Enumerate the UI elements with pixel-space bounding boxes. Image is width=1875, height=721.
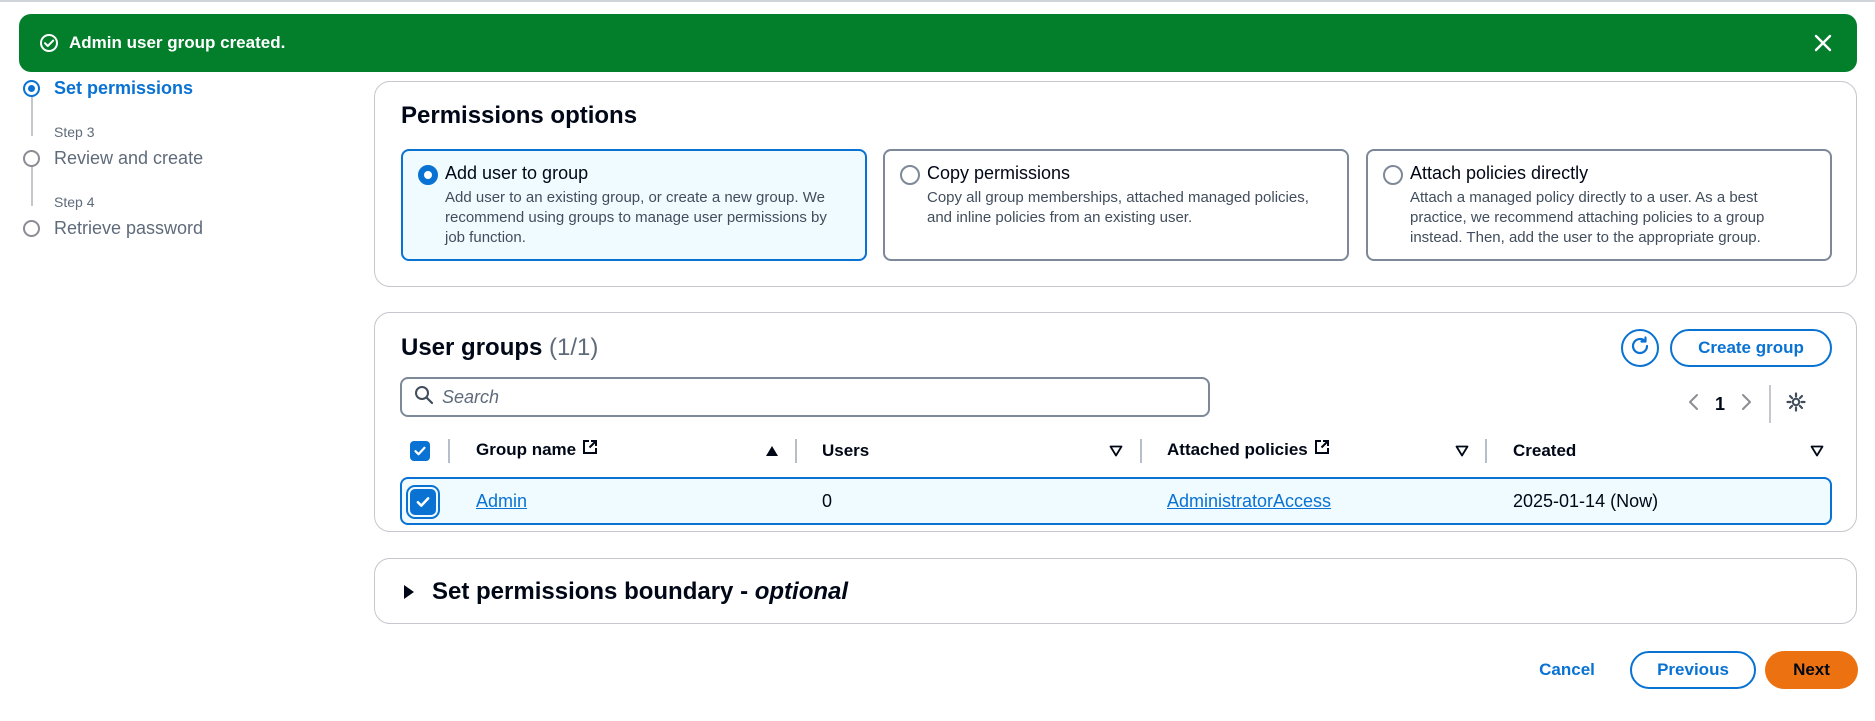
caret-right-icon[interactable] — [403, 584, 415, 605]
next-button[interactable]: Next — [1765, 651, 1858, 689]
option-title: Attach policies directly — [1410, 163, 1589, 183]
column-label: Users — [822, 441, 870, 460]
user-groups-title: User groups (1/1) — [401, 334, 598, 362]
page-number[interactable]: 1 — [1715, 394, 1725, 415]
chevron-right-icon[interactable] — [1737, 391, 1755, 418]
step-connector — [31, 166, 33, 206]
success-flashbar: Admin user group created. — [19, 14, 1857, 72]
step-current-indicator — [23, 80, 40, 97]
column-label: Group name — [476, 439, 577, 459]
step-retrieve-password[interactable]: Retrieve password — [54, 218, 203, 239]
select-all-checkbox[interactable] — [410, 441, 430, 461]
permissions-options-title: Permissions options — [401, 102, 638, 129]
step-review-and-create[interactable]: Review and create — [54, 148, 203, 169]
flash-message: Admin user group created. — [69, 33, 286, 52]
chevron-left-icon[interactable] — [1685, 391, 1703, 418]
external-link-icon — [1314, 439, 1330, 460]
column-header-attached-policies[interactable]: Attached policies — [1167, 439, 1330, 460]
permissions-options-panel: Permissions options Add user to group Ad… — [374, 81, 1857, 287]
column-divider — [1140, 439, 1142, 463]
radio-unselected[interactable] — [1383, 165, 1403, 185]
option-attach-policies-directly[interactable]: Attach policies directly Attach a manage… — [1366, 149, 1832, 261]
column-header-users[interactable]: Users — [822, 441, 869, 461]
option-title: Add user to group — [445, 163, 589, 183]
option-description: Add user to an existing group, or create… — [445, 189, 827, 246]
user-groups-count: (1/1) — [549, 334, 599, 361]
previous-button[interactable]: Previous — [1630, 651, 1756, 689]
row-checkbox[interactable] — [406, 485, 440, 519]
attached-policy-link[interactable]: AdministratorAccess — [1167, 491, 1331, 512]
create-group-button[interactable]: Create group — [1670, 329, 1832, 367]
option-add-user-to-group[interactable]: Add user to group Add user to an existin… — [401, 149, 867, 261]
column-header-group-name[interactable]: Group name — [476, 439, 598, 460]
step-connector — [31, 96, 33, 136]
column-divider — [795, 439, 797, 463]
sort-icon[interactable] — [1810, 444, 1824, 462]
refresh-button[interactable] — [1621, 329, 1659, 367]
option-description: Copy all group memberships, attached man… — [927, 189, 1309, 226]
search-icon — [414, 385, 434, 410]
group-name-link[interactable]: Admin — [476, 491, 527, 512]
option-title: Copy permissions — [927, 163, 1071, 183]
column-divider — [1485, 439, 1487, 463]
radio-unselected[interactable] — [900, 165, 920, 185]
column-divider — [448, 439, 450, 463]
permissions-boundary-title[interactable]: Set permissions boundary - optional — [432, 578, 848, 606]
sort-icon[interactable] — [1109, 444, 1123, 462]
radio-selected[interactable] — [418, 165, 438, 185]
step-number: Step 3 — [54, 124, 95, 140]
column-label: Created — [1513, 441, 1577, 460]
top-divider — [0, 0, 1875, 2]
user-groups-panel: User groups (1/1) Create group 1 Group n… — [374, 312, 1857, 532]
user-groups-heading: User groups — [401, 334, 543, 361]
step-indicator — [23, 220, 40, 237]
step-set-permissions[interactable]: Set permissions — [54, 78, 193, 99]
boundary-heading: Set permissions boundary - — [432, 578, 755, 605]
refresh-icon — [1629, 335, 1651, 362]
search-field[interactable] — [400, 377, 1210, 417]
step-indicator — [23, 150, 40, 167]
column-label: Attached policies — [1167, 439, 1308, 459]
users-count: 0 — [822, 491, 833, 511]
sort-icon[interactable] — [1455, 444, 1469, 462]
table-row[interactable]: Admin 0 AdministratorAccess 2025-01-14 (… — [400, 477, 1832, 525]
step-number: Step 4 — [54, 194, 95, 210]
close-icon[interactable] — [1811, 31, 1835, 55]
sort-ascending-icon[interactable] — [765, 444, 779, 462]
column-header-created[interactable]: Created — [1513, 441, 1576, 461]
cancel-button[interactable]: Cancel — [1522, 651, 1612, 689]
permissions-boundary-panel[interactable]: Set permissions boundary - optional — [374, 558, 1857, 624]
option-copy-permissions[interactable]: Copy permissions Copy all group membersh… — [883, 149, 1349, 261]
optional-label: optional — [754, 578, 849, 605]
pagination: 1 — [1685, 385, 1807, 423]
search-input[interactable] — [442, 386, 1142, 408]
created-date: 2025-01-14 (Now) — [1513, 491, 1659, 511]
external-link-icon — [582, 439, 598, 460]
check-circle-icon — [39, 33, 59, 53]
pager-divider — [1769, 385, 1772, 423]
option-description: Attach a managed policy directly to a us… — [1410, 189, 1765, 246]
gear-icon[interactable] — [1785, 391, 1807, 418]
